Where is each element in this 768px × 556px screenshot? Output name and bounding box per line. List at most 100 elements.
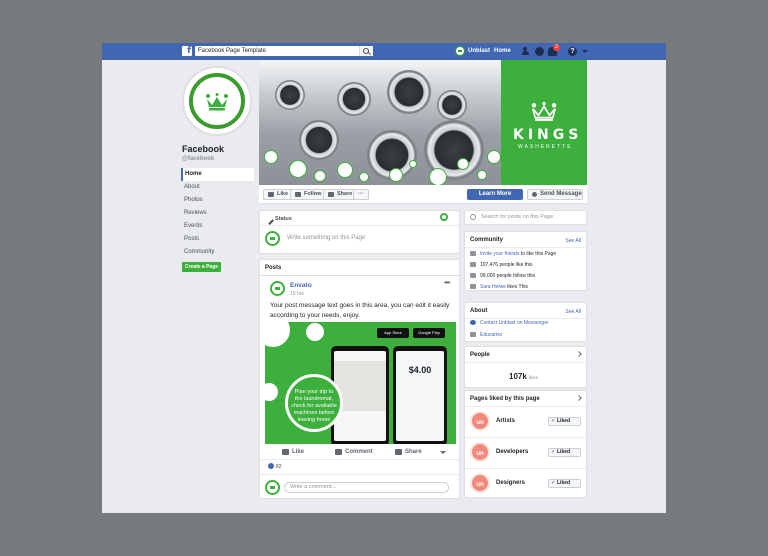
posts-section: Posts Envato 16 hrs ••• Your post messag…	[259, 259, 460, 499]
about-card: About See All Contact Unblast on Messeng…	[464, 302, 587, 342]
page-nav: Home About Photos Reviews Events Posts C…	[181, 168, 254, 259]
comment-label: Comment	[345, 449, 373, 455]
community-see-all[interactable]: See All	[565, 238, 581, 244]
chevron-right-icon[interactable]	[576, 351, 582, 357]
chevron-right-icon[interactable]	[576, 395, 582, 401]
posts-header: Posts	[265, 265, 282, 271]
cover-photo[interactable]: KINGS WASHERETTE	[259, 60, 587, 185]
nav-item-community[interactable]: Community	[181, 246, 254, 259]
status-input[interactable]: Write something on this Page	[287, 235, 365, 241]
post-share-button[interactable]: Share	[395, 449, 422, 455]
friends-icon	[470, 284, 476, 289]
washer-image	[337, 82, 371, 116]
post-options-icon[interactable]: •••	[444, 278, 450, 287]
nav-item-photos[interactable]: Photos	[181, 194, 254, 207]
follow-label: Follow	[304, 191, 322, 197]
people-title[interactable]: People	[470, 352, 490, 358]
status-tab[interactable]: Status	[266, 216, 292, 222]
post-author[interactable]: Envato	[290, 282, 312, 289]
bubble-decoration	[487, 150, 501, 164]
people-count-label: likes	[529, 375, 539, 380]
page-profile-picture[interactable]	[182, 66, 252, 136]
pages-liked-title[interactable]: Pages liked by this page	[470, 396, 540, 402]
search-icon[interactable]	[359, 46, 373, 56]
likes-count[interactable]: 82	[268, 463, 282, 470]
liked-button[interactable]: Liked	[548, 479, 581, 488]
thumbs-up-icon	[470, 262, 476, 267]
page-posts-search[interactable]: Search for posts on this Page	[464, 210, 587, 225]
messenger-icon	[470, 320, 476, 325]
likes-text: 107,476 people like this	[480, 262, 533, 268]
bubble-decoration	[265, 382, 279, 402]
notifications-icon[interactable]: 2	[548, 44, 560, 56]
user-avatar[interactable]	[455, 46, 465, 56]
page-avatar-toggle[interactable]	[440, 213, 448, 221]
liked-button[interactable]: Liked	[548, 448, 581, 457]
status-composer: Status Write something on this Page	[259, 210, 460, 254]
page-name[interactable]: Facebook	[182, 144, 224, 154]
facebook-logo-icon[interactable]: f	[182, 46, 192, 56]
divider	[465, 437, 586, 438]
about-see-all[interactable]: See All	[565, 309, 581, 315]
category-row[interactable]: Education	[470, 332, 502, 338]
account-menu-caret-icon[interactable]	[582, 50, 588, 53]
create-page-button[interactable]: Create a Page	[182, 262, 221, 272]
google-play-badge[interactable]: Google Play	[413, 328, 445, 338]
share-dropdown-icon[interactable]	[440, 451, 446, 454]
promo-callout: Plan your trip to the laundromat, check …	[285, 374, 343, 432]
contact-link: Contact Unblast on Messenger	[480, 320, 549, 326]
follow-icon	[295, 192, 301, 197]
divider	[260, 225, 459, 226]
browser-frame: f Facebook Page Template Unblast Home 2 …	[102, 43, 666, 513]
post-like-button[interactable]: Like	[282, 449, 304, 455]
messenger-icon[interactable]	[535, 47, 544, 56]
brand-panel: KINGS WASHERETTE	[501, 60, 587, 185]
comment-icon	[335, 449, 342, 455]
category-link: Education	[480, 332, 503, 338]
notification-badge: 2	[553, 44, 560, 51]
phone-payment-mockup: $4.00	[393, 346, 447, 444]
learn-more-button[interactable]: Learn More	[467, 189, 523, 200]
invite-friends-link[interactable]: Invite your friends	[480, 251, 519, 257]
liked-page-name[interactable]: Designers	[496, 480, 525, 486]
post-comment-button[interactable]: Comment	[335, 449, 373, 455]
post-timestamp[interactable]: 16 hrs	[290, 291, 304, 297]
friend-link[interactable]: Sara Helwe	[480, 284, 506, 290]
messenger-contact-row[interactable]: Contact Unblast on Messenger	[470, 320, 549, 326]
liked-page-avatar[interactable]: un	[470, 473, 490, 493]
send-message-button[interactable]: Send Message	[527, 189, 583, 200]
comment-input[interactable]: Write a comment...	[284, 482, 449, 493]
community-card: Community See All Invite your friends to…	[464, 231, 587, 291]
more-options-button[interactable]: ···	[353, 189, 369, 200]
liked-page-avatar[interactable]: un	[470, 442, 490, 462]
home-link[interactable]: Home	[494, 43, 511, 60]
brand-name: KINGS	[513, 127, 583, 143]
follow-button[interactable]: Follow	[290, 189, 327, 200]
nav-item-about[interactable]: About	[181, 181, 254, 194]
follow-icon	[470, 273, 476, 278]
nav-item-events[interactable]: Events	[181, 220, 254, 233]
liked-page-name[interactable]: Artists	[496, 418, 515, 424]
share-label: Share	[337, 191, 353, 197]
liked-button[interactable]: Liked	[548, 417, 581, 426]
nav-item-home[interactable]: Home	[181, 168, 254, 181]
nav-item-posts[interactable]: Posts	[181, 233, 254, 246]
profile-link[interactable]: Unblast	[468, 43, 490, 60]
divider	[465, 247, 586, 248]
bubble-decoration	[409, 160, 417, 168]
post-author-avatar[interactable]	[270, 281, 285, 296]
page-handle[interactable]: @facebook	[182, 156, 214, 162]
friends-icon[interactable]	[522, 47, 531, 56]
nav-item-reviews[interactable]: Reviews	[181, 207, 254, 220]
help-icon[interactable]: ?	[568, 47, 577, 56]
washer-image	[437, 90, 467, 120]
app-store-badge[interactable]: App Store	[377, 328, 409, 338]
liked-page-avatar[interactable]: un	[470, 411, 490, 431]
commenter-avatar	[265, 480, 280, 495]
search-input[interactable]: Facebook Page Template	[195, 46, 373, 56]
liked-page-name[interactable]: Developers	[496, 449, 528, 455]
page-action-bar: Like Follow Share ··· Learn More Send Me…	[259, 185, 587, 204]
like-page-button[interactable]: Like	[263, 189, 294, 200]
share-label: Share	[405, 449, 422, 455]
post-image[interactable]: App Store Google Play $4.00 Plan your tr…	[265, 322, 456, 444]
